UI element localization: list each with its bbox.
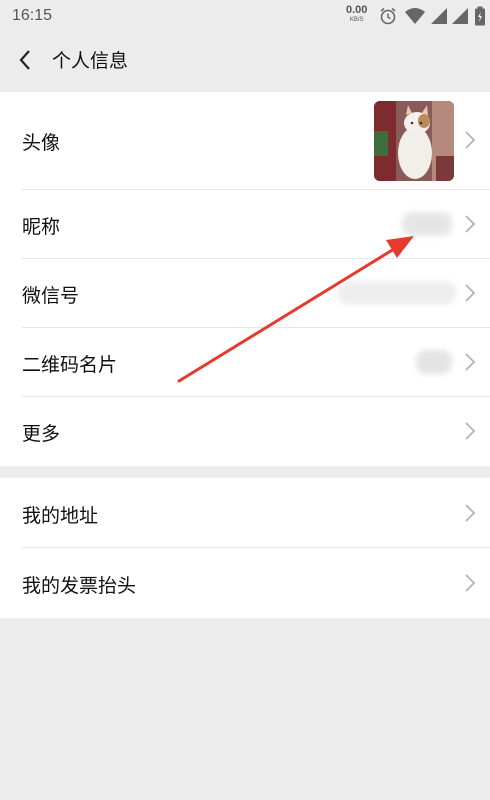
wifi-icon	[405, 8, 425, 24]
alarm-icon	[380, 7, 396, 25]
invoice-title-row[interactable]: 我的发票抬头	[0, 548, 490, 618]
qr-code-row[interactable]: 二维码名片	[0, 328, 490, 396]
status-bar: 16:15 0.00 KB/S	[0, 0, 490, 32]
network-speed-value: 0.00	[346, 4, 368, 16]
profile-settings-group: 头像 昵称 微信号 二维码名片 更多	[0, 92, 490, 466]
cat-photo	[374, 101, 454, 181]
row-label: 二维码名片	[22, 354, 118, 376]
page-title: 个人信息	[52, 50, 129, 72]
chevron-right-icon	[465, 131, 476, 149]
chevron-right-icon	[465, 215, 476, 233]
chevron-right-icon	[465, 422, 476, 440]
more-row[interactable]: 更多	[0, 397, 490, 466]
my-address-row[interactable]: 我的地址	[0, 478, 490, 547]
chevron-right-icon	[465, 574, 476, 592]
row-label: 我的地址	[22, 505, 99, 527]
battery-icon	[475, 6, 485, 26]
blurred-qr-code-value	[416, 350, 452, 374]
avatar-row[interactable]: 头像	[0, 92, 490, 189]
wechat-id-row[interactable]: 微信号	[0, 259, 490, 327]
blurred-wechat-id-value	[338, 281, 456, 305]
signal-icon	[452, 8, 468, 24]
nickname-row[interactable]: 昵称	[0, 190, 490, 258]
signal-icon	[431, 8, 447, 24]
network-speed-unit: KB/S	[349, 17, 364, 23]
row-label: 微信号	[22, 285, 80, 307]
address-settings-group: 我的地址 我的发票抬头	[0, 478, 490, 618]
status-time: 16:15	[12, 7, 53, 24]
chevron-right-icon	[465, 353, 476, 371]
row-label: 更多	[22, 423, 61, 445]
chevron-left-icon[interactable]	[14, 48, 38, 72]
avatar[interactable]	[374, 101, 454, 181]
blurred-nickname-value	[402, 212, 452, 236]
row-label: 头像	[22, 132, 61, 154]
row-label: 昵称	[22, 216, 61, 238]
row-label: 我的发票抬头	[22, 575, 137, 597]
chevron-right-icon	[465, 504, 476, 522]
top-bar: 个人信息	[0, 32, 490, 88]
network-speed: 0.00 KB/S	[346, 4, 368, 24]
chevron-right-icon	[465, 284, 476, 302]
